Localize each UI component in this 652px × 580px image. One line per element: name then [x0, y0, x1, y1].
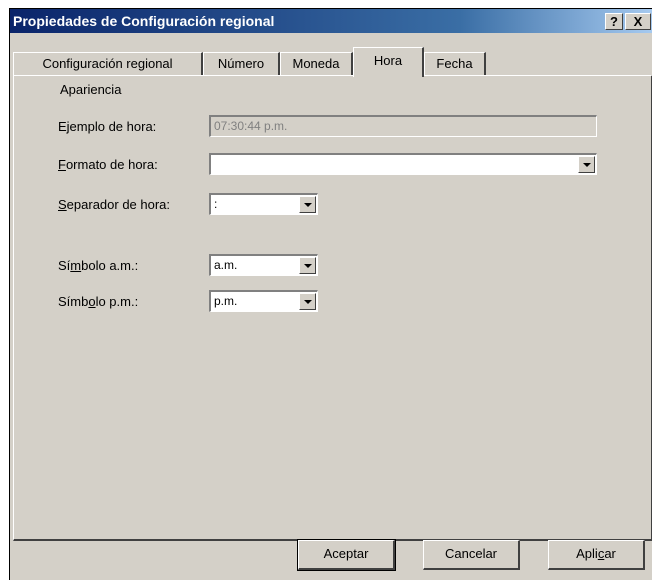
- title-bar[interactable]: Propiedades de Configuración regional ? …: [10, 9, 652, 33]
- appearance-group-label: Apariencia: [57, 82, 125, 97]
- chevron-down-icon: [583, 163, 591, 167]
- time-separator-label: Separador de hora:: [58, 197, 171, 212]
- pm-symbol-select[interactable]: p.m.: [209, 290, 318, 312]
- chevron-down-icon: [304, 264, 312, 268]
- tab-label: Moneda: [292, 56, 340, 71]
- pm-symbol-value: p.m.: [214, 294, 238, 308]
- time-separator-select[interactable]: :: [209, 193, 318, 215]
- tab-label: Número: [217, 56, 265, 71]
- help-button[interactable]: ?: [605, 13, 623, 30]
- tab-hora[interactable]: Hora: [353, 47, 424, 77]
- cancel-button[interactable]: Cancelar: [423, 540, 520, 570]
- ok-button[interactable]: Aceptar: [297, 539, 396, 571]
- am-symbol-value: a.m.: [214, 258, 238, 272]
- time-separator-value: :: [214, 197, 218, 211]
- tab-label: Fecha: [436, 56, 473, 71]
- time-format-select[interactable]: [209, 153, 597, 175]
- am-symbol-select[interactable]: a.m.: [209, 254, 318, 276]
- chevron-down-icon: [304, 203, 312, 207]
- tab-label: Hora: [373, 53, 403, 68]
- time-separator-dropdown-button[interactable]: [299, 196, 316, 213]
- tab-fecha[interactable]: Fecha: [424, 52, 486, 76]
- pm-symbol-label: Símbolo p.m.:: [58, 294, 139, 309]
- window-title: Propiedades de Configuración regional: [13, 13, 275, 29]
- am-symbol-dropdown-button[interactable]: [299, 257, 316, 274]
- close-button[interactable]: X: [625, 13, 651, 30]
- sample-time-field: 07:30:44 p.m.: [209, 115, 597, 137]
- tab-numero[interactable]: Número: [203, 52, 280, 76]
- tab-configuracion-regional[interactable]: Configuración regional: [13, 52, 203, 76]
- time-format-dropdown-button[interactable]: [578, 156, 595, 173]
- chevron-down-icon: [304, 300, 312, 304]
- time-format-label: Formato de hora:: [58, 157, 158, 172]
- pm-symbol-dropdown-button[interactable]: [299, 293, 316, 310]
- sample-time-label: Ejemplo de hora:: [58, 119, 157, 134]
- tab-moneda[interactable]: Moneda: [280, 52, 353, 76]
- tab-label: Configuración regional: [42, 56, 173, 71]
- am-symbol-label: Símbolo a.m.:: [58, 258, 139, 273]
- apply-button[interactable]: Aplicar: [548, 540, 645, 570]
